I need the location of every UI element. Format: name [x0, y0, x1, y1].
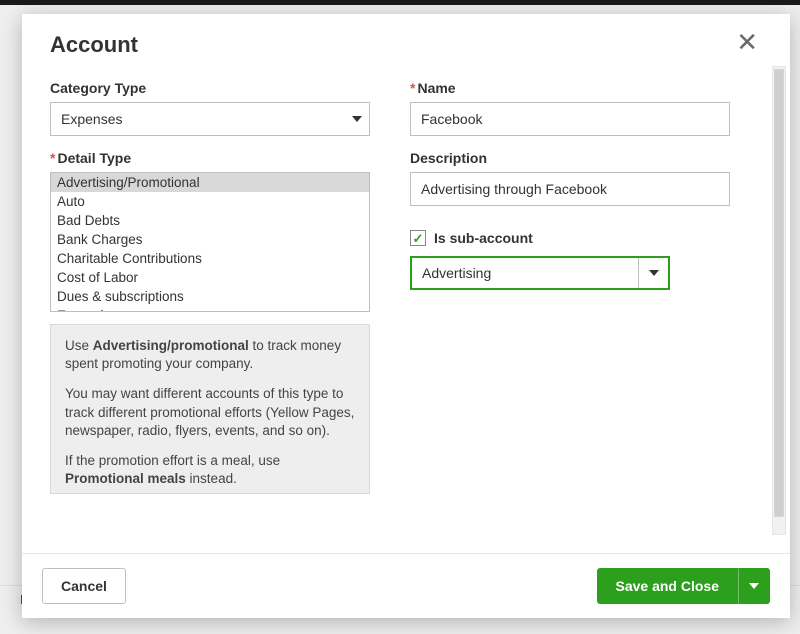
name-input[interactable] — [410, 102, 730, 136]
is-sub-account-label: Is sub-account — [434, 230, 533, 246]
is-sub-account-row: Is sub-account — [410, 230, 730, 246]
required-star-icon: * — [50, 150, 55, 166]
chevron-down-icon — [649, 270, 659, 276]
detail-type-help: Use Advertising/promotional to track mon… — [50, 324, 370, 494]
modal-body-scrollbar[interactable] — [772, 66, 786, 535]
right-column: *Name Description Is sub-account — [410, 74, 730, 553]
modal-title: Account — [50, 32, 138, 58]
close-button[interactable]: ✕ — [732, 32, 762, 52]
help-paragraph: If the promotion effort is a meal, use P… — [65, 452, 355, 488]
detail-type-option[interactable]: Dues & subscriptions — [51, 287, 369, 306]
detail-type-listbox[interactable]: Advertising/PromotionalAutoBad DebtsBank… — [50, 172, 370, 312]
modal-header: Account ✕ — [22, 14, 790, 66]
scrollbar-thumb[interactable] — [774, 69, 784, 517]
category-type-value[interactable] — [50, 102, 370, 136]
detail-type-option[interactable]: Bank Charges — [51, 230, 369, 249]
save-and-close-button[interactable]: Save and Close — [597, 568, 739, 604]
sub-account-input[interactable] — [412, 258, 638, 288]
left-column: Category Type *Detail Type Advertising/P… — [50, 74, 370, 553]
category-type-label: Category Type — [50, 80, 370, 96]
save-split-toggle[interactable] — [738, 568, 770, 604]
sub-account-dropdown-toggle[interactable] — [638, 258, 668, 288]
help-paragraph: You may want different accounts of this … — [65, 385, 355, 440]
detail-type-option[interactable]: Charitable Contributions — [51, 249, 369, 268]
detail-type-option[interactable]: Entertainment — [51, 306, 369, 312]
account-modal: Account ✕ Category Type *Detail Type Adv… — [22, 14, 790, 618]
detail-type-option[interactable]: Advertising/Promotional — [51, 173, 369, 192]
chevron-down-icon — [749, 583, 759, 589]
modal-body: Category Type *Detail Type Advertising/P… — [22, 66, 790, 553]
detail-type-label: *Detail Type — [50, 150, 370, 166]
required-star-icon: * — [410, 80, 415, 96]
name-label: *Name — [410, 80, 730, 96]
category-type-select[interactable] — [50, 102, 370, 136]
is-sub-account-checkbox[interactable] — [410, 230, 426, 246]
help-paragraph: Use Advertising/promotional to track mon… — [65, 337, 355, 373]
cancel-button[interactable]: Cancel — [42, 568, 126, 604]
detail-type-option[interactable]: Bad Debts — [51, 211, 369, 230]
detail-type-option[interactable]: Auto — [51, 192, 369, 211]
modal-footer: Cancel Save and Close — [22, 553, 790, 618]
save-button-group: Save and Close — [597, 568, 771, 604]
description-input[interactable] — [410, 172, 730, 206]
description-label: Description — [410, 150, 730, 166]
close-icon: ✕ — [736, 27, 758, 57]
sub-account-select[interactable] — [410, 256, 670, 290]
detail-type-option[interactable]: Cost of Labor — [51, 268, 369, 287]
